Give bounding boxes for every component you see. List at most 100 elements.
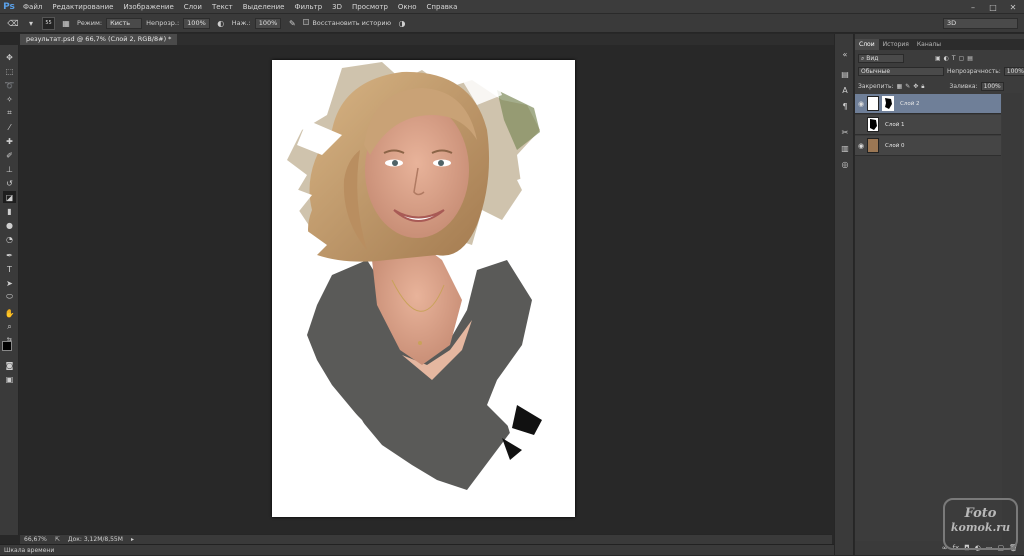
export-icon[interactable]: ⇱ xyxy=(55,536,60,543)
panel-scrollbar[interactable] xyxy=(1002,93,1022,548)
restore-history-checkbox[interactable]: Восстановить историю xyxy=(303,19,391,27)
lock-all-icon[interactable]: 🔒︎ xyxy=(921,83,924,91)
menu-select[interactable]: Выделение xyxy=(238,0,290,14)
layer-name[interactable]: Слой 0 xyxy=(885,143,905,149)
menu-filter[interactable]: Фильтр xyxy=(289,0,327,14)
zoom-tool-icon[interactable]: ⌕ xyxy=(3,321,16,333)
quick-select-tool-icon[interactable]: ✧ xyxy=(3,93,16,105)
brush-size-preview[interactable]: 55 xyxy=(42,16,55,30)
watermark-logo: Foto komok.ru xyxy=(943,498,1018,550)
filter-pixel-icon[interactable]: ▣ xyxy=(935,55,941,62)
maximize-button[interactable]: □ xyxy=(986,3,1000,12)
foreground-color-swatch[interactable] xyxy=(2,341,12,351)
lasso-tool-icon[interactable]: ➰ xyxy=(3,79,16,91)
clone-stamp-tool-icon[interactable]: ⊥ xyxy=(3,163,16,175)
menu-image[interactable]: Изображение xyxy=(118,0,178,14)
brush-tool-icon[interactable]: ✐ xyxy=(3,149,16,161)
menu-layers[interactable]: Слои xyxy=(179,0,207,14)
crop-tool-icon[interactable]: ⌗ xyxy=(3,107,16,119)
blend-mode-select[interactable]: Обычные xyxy=(858,67,944,76)
menu-3d[interactable]: 3D xyxy=(327,0,347,14)
flow-input[interactable]: 100% xyxy=(254,17,282,29)
character-icon[interactable]: A xyxy=(838,84,852,97)
close-button[interactable]: ✕ xyxy=(1006,3,1020,12)
timeline-tab[interactable]: Шкала времени xyxy=(0,544,838,555)
clone-source-icon[interactable]: ◎ xyxy=(838,158,852,171)
collapse-panels-icon[interactable]: « xyxy=(838,48,852,61)
flow-label: Наж.: xyxy=(231,19,251,27)
paragraph-icon[interactable]: ▤ xyxy=(838,68,852,81)
document-tab[interactable]: результат.psd @ 66,7% (Слой 2, RGB/8#) * xyxy=(20,34,178,45)
layer-opacity-input[interactable]: 100% xyxy=(1003,67,1024,76)
paragraph-styles-icon[interactable]: ¶ xyxy=(838,100,852,113)
filter-type-icon[interactable]: T xyxy=(952,55,956,62)
eraser-tool-icon[interactable]: ⌫ xyxy=(6,17,20,29)
airbrush-icon[interactable]: ✎ xyxy=(285,17,299,29)
layer-thumbnail xyxy=(867,138,879,153)
tab-layers[interactable]: Слои xyxy=(855,39,879,50)
layer-mask-thumbnail[interactable] xyxy=(882,96,894,111)
screen-mode-icon[interactable]: ▣ xyxy=(3,373,16,385)
filter-adjustment-icon[interactable]: ◐ xyxy=(944,55,949,62)
blur-tool-icon[interactable]: ● xyxy=(3,219,16,231)
lock-position-icon[interactable]: ✥ xyxy=(913,83,918,90)
watermark-line1: Foto xyxy=(964,506,997,521)
pressure-size-icon[interactable]: ◑ xyxy=(395,17,409,29)
shape-tool-icon[interactable]: ⬭ xyxy=(3,291,16,303)
layers-panel: Слои История Каналы ⌕ Вид ▣ ◐ T ▢ ▤ Обыч… xyxy=(855,34,1024,555)
menu-bar: Ps Файл Редактирование Изображение Слои … xyxy=(0,0,1024,14)
eyedropper-tool-icon[interactable]: ⁄ xyxy=(3,121,16,133)
fill-input[interactable]: 100% xyxy=(980,82,1004,91)
menu-view[interactable]: Просмотр xyxy=(347,0,393,14)
minimize-button[interactable]: – xyxy=(966,3,980,12)
healing-brush-tool-icon[interactable]: ✚ xyxy=(3,135,16,147)
type-tool-icon[interactable]: T xyxy=(3,263,16,275)
brush-panel-icon[interactable]: ▦ xyxy=(59,17,73,29)
opacity-pressure-icon[interactable]: ◐ xyxy=(214,17,228,29)
mode-select[interactable]: Кисть xyxy=(106,17,143,29)
gradient-tool-icon[interactable]: ▮ xyxy=(3,205,16,217)
eraser-tool-icon[interactable]: ◪ xyxy=(3,191,16,203)
dodge-tool-icon[interactable]: ◔ xyxy=(3,233,16,245)
lock-pixels-icon[interactable]: ✎ xyxy=(905,83,910,90)
menu-edit[interactable]: Редактирование xyxy=(47,0,118,14)
lock-label: Закрепить: xyxy=(858,83,894,90)
tab-channels[interactable]: Каналы xyxy=(913,39,945,50)
menu-window[interactable]: Окно xyxy=(393,0,422,14)
tab-history[interactable]: История xyxy=(879,39,913,50)
opacity-input[interactable]: 100% xyxy=(183,17,210,29)
history-brush-tool-icon[interactable]: ↺ xyxy=(3,177,16,189)
filter-shape-icon[interactable]: ▢ xyxy=(959,55,965,62)
brush-presets-icon[interactable]: ▥ xyxy=(838,142,852,155)
lock-transparent-icon[interactable]: ▦ xyxy=(897,83,903,90)
status-menu-icon[interactable]: ▸ xyxy=(131,536,134,543)
layer-row[interactable]: Слой 1 xyxy=(855,115,1001,135)
tool-presets-icon[interactable]: ✂ xyxy=(838,126,852,139)
layer-name[interactable]: Слой 1 xyxy=(885,122,905,128)
layer-row[interactable]: ◉ Слой 2 xyxy=(855,94,1001,114)
eye-icon[interactable]: ◉ xyxy=(855,100,867,108)
path-selection-tool-icon[interactable]: ➤ xyxy=(3,277,16,289)
pen-tool-icon[interactable]: ✒ xyxy=(3,249,16,261)
hand-tool-icon[interactable]: ✋ xyxy=(3,307,16,319)
tool-preset-dropdown-icon[interactable]: ▾ xyxy=(24,17,38,29)
photo-artwork xyxy=(272,62,575,517)
eye-icon[interactable]: ◉ xyxy=(855,142,867,150)
kind-filter-select[interactable]: ⌕ Вид xyxy=(858,54,904,63)
menu-file[interactable]: Файл xyxy=(18,0,47,14)
workspace-select[interactable]: 3D xyxy=(943,18,1018,29)
document-canvas[interactable] xyxy=(272,60,575,517)
mode-label: Режим: xyxy=(77,19,103,27)
layer-name[interactable]: Слой 2 xyxy=(900,101,920,107)
filter-smart-icon[interactable]: ▤ xyxy=(967,55,973,62)
zoom-level[interactable]: 66,67% xyxy=(24,536,47,543)
menu-type[interactable]: Текст xyxy=(207,0,238,14)
lock-row: Закрепить: ▦ ✎ ✥ 🔒︎ Заливка: 100% xyxy=(858,82,1004,91)
quick-mask-icon[interactable]: ◙ xyxy=(3,359,16,371)
marquee-tool-icon[interactable]: ⬚ xyxy=(3,65,16,77)
move-tool-icon[interactable]: ✥ xyxy=(3,51,16,63)
layer-row[interactable]: ◉ Слой 0 xyxy=(855,136,1001,156)
document-info[interactable]: Док: 3,12М/8,55М xyxy=(68,536,123,543)
menu-help[interactable]: Справка xyxy=(422,0,463,14)
opacity-label: Непрозр.: xyxy=(146,19,180,27)
